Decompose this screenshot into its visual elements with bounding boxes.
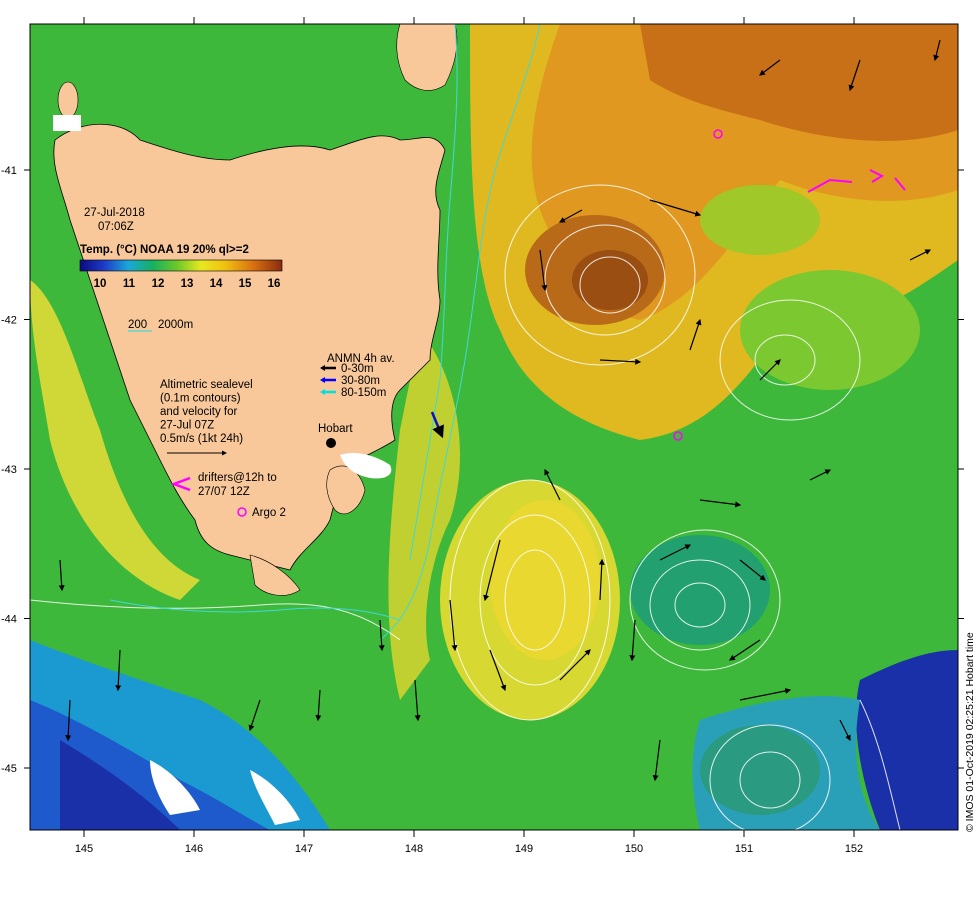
argo-legend-label: Argo 2: [252, 507, 286, 519]
colorbar-tick-label: 10: [94, 278, 107, 290]
x-tick-label: 146: [185, 843, 203, 855]
altimetry-legend-line: 27-Jul 07Z: [160, 420, 214, 432]
colorbar-tick-label: 14: [210, 278, 223, 290]
x-tick-label: 151: [735, 843, 753, 855]
sst-map-figure: Hobart 27-Jul-2018 07:06Z Temp. (°C) NOA…: [1, 17, 976, 855]
anmn-legend-label: 0-30m: [341, 363, 374, 375]
colorbar-tick-label: 11: [123, 278, 136, 290]
altimetry-legend-line: and velocity for: [160, 406, 238, 418]
drifters-label-line1: drifters@12h to: [198, 472, 277, 484]
drifters-label-line2: 27/07 12Z: [198, 486, 250, 498]
hobart-label: Hobart: [318, 423, 353, 435]
isobath-200-label: 200: [128, 319, 147, 331]
y-tick-label: -43: [1, 464, 17, 476]
hobart-marker: [326, 438, 336, 448]
x-tick-label: 149: [515, 843, 533, 855]
y-tick-label: -41: [1, 165, 17, 177]
temp-title: Temp. (°C) NOAA 19 20% ql>=2: [80, 244, 249, 256]
x-tick-label: 150: [625, 843, 643, 855]
altimetry-legend-line: (0.1m contours): [160, 393, 241, 405]
x-tick-label: 145: [75, 843, 93, 855]
x-tick-label: 148: [405, 843, 423, 855]
altimetry-legend-line: 0.5m/s (1kt 24h): [160, 433, 243, 445]
temperature-colorbar: [79, 259, 283, 272]
anmn-legend-label: 30-80m: [341, 375, 380, 387]
y-tick-label: -45: [1, 763, 17, 775]
colorbar-tick-label: 15: [239, 278, 252, 290]
colorbar-tick-label: 16: [268, 278, 281, 290]
legend-date: 27-Jul-2018: [84, 207, 145, 219]
altimetry-legend-line: Altimetric sealevel: [160, 379, 253, 391]
y-tick-label: -44: [1, 614, 17, 626]
colorbar-tick-label: 12: [152, 278, 165, 290]
anmn-legend-label: 80-150m: [341, 387, 386, 399]
x-tick-label: 152: [845, 843, 863, 855]
y-tick-label: -42: [1, 315, 17, 327]
colorbar-tick-label: 13: [181, 278, 194, 290]
x-tick-label: 147: [295, 843, 313, 855]
isobath-2000-label: 2000m: [158, 319, 193, 331]
credit-text: © IMOS 01-Oct-2019 02:25:21 Hobart time: [964, 632, 976, 832]
legend-time: 07:06Z: [98, 221, 134, 233]
